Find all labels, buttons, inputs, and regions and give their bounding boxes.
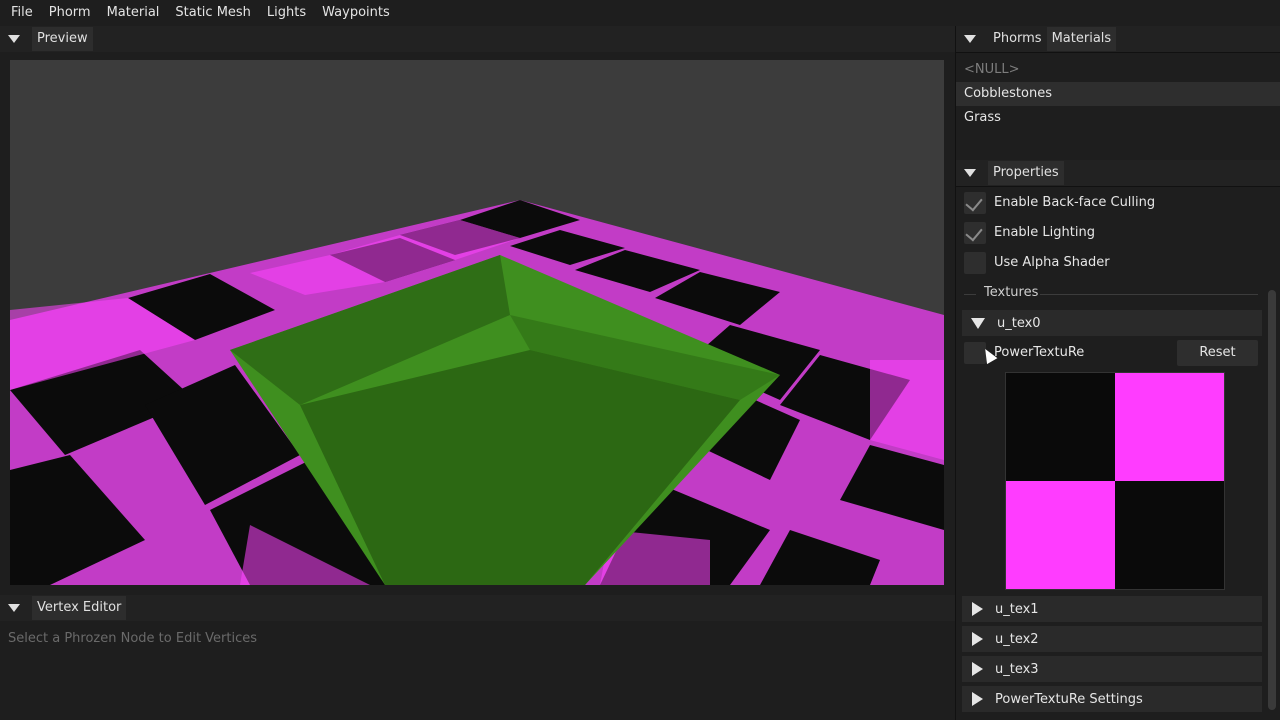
tree-node-powertexture-settings[interactable]: PowerTextuRe Settings	[962, 686, 1262, 712]
list-item-grass[interactable]: Grass	[956, 106, 1280, 130]
alpha-shader-label: Use Alpha Shader	[994, 255, 1110, 270]
expanded-arrow-icon	[971, 317, 985, 329]
tab-vertex-editor[interactable]: Vertex Editor	[32, 596, 127, 620]
collapse-icon[interactable]	[8, 604, 20, 612]
collapsed-arrow-icon	[972, 602, 983, 616]
textures-label: Textures	[984, 285, 1039, 300]
tree-node-u-tex1[interactable]: u_tex1	[962, 596, 1262, 622]
preview-panel-header: Preview	[0, 26, 955, 53]
tree-node-label: u_tex3	[995, 661, 1039, 677]
materials-panel-header: Phorms Materials	[956, 26, 1280, 53]
reset-button[interactable]: Reset	[1177, 340, 1258, 366]
tree-node-u-tex3[interactable]: u_tex3	[962, 656, 1262, 682]
separator-line	[964, 294, 976, 295]
tab-preview[interactable]: Preview	[32, 27, 93, 51]
tab-properties[interactable]: Properties	[988, 161, 1064, 185]
collapse-icon[interactable]	[964, 169, 976, 177]
menu-static-mesh[interactable]: Static Mesh	[167, 0, 259, 26]
texture-preview	[1005, 372, 1225, 590]
vertex-editor-hint: Select a Phrozen Node to Edit Vertices	[8, 631, 258, 646]
menu-phorm[interactable]: Phorm	[41, 0, 99, 26]
menu-file[interactable]: File	[0, 0, 41, 26]
separator-line	[1040, 294, 1258, 295]
backface-culling-checkbox[interactable]	[964, 192, 986, 214]
menu-lights[interactable]: Lights	[259, 0, 314, 26]
list-item-cobblestones[interactable]: Cobblestones	[956, 82, 1280, 106]
backface-culling-label: Enable Back-face Culling	[994, 195, 1156, 210]
menu-bar: File Phorm Material Static Mesh Lights W…	[0, 0, 1280, 26]
tree-node-label: u_tex1	[995, 601, 1039, 617]
3d-viewport[interactable]	[10, 60, 944, 585]
checkmark-icon	[965, 223, 983, 242]
menu-waypoints[interactable]: Waypoints	[314, 0, 398, 26]
properties-scrollbar[interactable]	[1268, 290, 1276, 710]
collapse-icon[interactable]	[964, 35, 976, 43]
vertex-editor-header: Vertex Editor	[0, 595, 955, 622]
tree-node-label: u_tex2	[995, 631, 1039, 647]
tree-node-u-tex2[interactable]: u_tex2	[962, 626, 1262, 652]
collapsed-arrow-icon	[972, 662, 983, 676]
lighting-label: Enable Lighting	[994, 225, 1095, 240]
tree-node-label: PowerTextuRe Settings	[995, 691, 1143, 707]
menu-material[interactable]: Material	[99, 0, 168, 26]
texture-name-label: PowerTextuRe	[994, 345, 1085, 360]
tree-node-u-tex0[interactable]: u_tex0	[962, 310, 1262, 336]
scene-render	[10, 60, 944, 585]
tab-materials[interactable]: Materials	[1046, 27, 1117, 51]
alpha-shader-checkbox[interactable]	[964, 252, 986, 274]
checkmark-icon	[965, 193, 983, 212]
tree-node-label: u_tex0	[997, 315, 1041, 331]
tab-phorms[interactable]: Phorms	[988, 27, 1047, 51]
collapsed-arrow-icon	[972, 692, 983, 706]
collapsed-arrow-icon	[972, 632, 983, 646]
collapse-icon[interactable]	[8, 35, 20, 43]
properties-panel-header: Properties	[956, 160, 1280, 187]
lighting-checkbox[interactable]	[964, 222, 986, 244]
list-item-null[interactable]: <NULL>	[956, 58, 1280, 82]
